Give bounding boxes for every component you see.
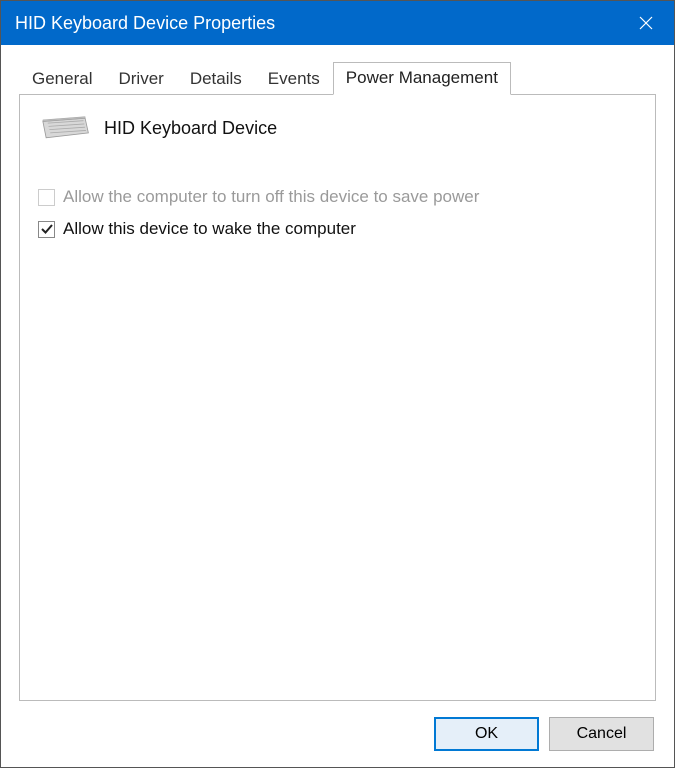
device-header: HID Keyboard Device [38,113,637,143]
device-name: HID Keyboard Device [104,118,277,139]
tab-general[interactable]: General [19,63,105,95]
checkbox-label-turn-off: Allow the computer to turn off this devi… [63,187,479,207]
tab-driver[interactable]: Driver [105,63,176,95]
close-icon [639,16,653,30]
tab-row: General Driver Details Events Power Mana… [1,45,674,94]
dialog-content: General Driver Details Events Power Mana… [1,45,674,767]
cancel-button[interactable]: Cancel [549,717,654,751]
window-title: HID Keyboard Device Properties [15,13,618,34]
checkbox-box-turn-off [38,189,55,206]
button-bar: OK Cancel [1,709,674,767]
checkbox-label-wake: Allow this device to wake the computer [63,219,356,239]
checkbox-allow-wake[interactable]: Allow this device to wake the computer [38,219,637,239]
checkbox-allow-turn-off: Allow the computer to turn off this devi… [38,187,637,207]
tab-details[interactable]: Details [177,63,255,95]
tab-panel-power-management: HID Keyboard Device Allow the computer t… [19,94,656,701]
keyboard-icon [38,113,90,143]
close-button[interactable] [618,1,674,45]
tab-events[interactable]: Events [255,63,333,95]
checkbox-box-wake[interactable] [38,221,55,238]
check-icon [41,223,53,235]
tab-power-management[interactable]: Power Management [333,62,511,95]
ok-button[interactable]: OK [434,717,539,751]
titlebar: HID Keyboard Device Properties [1,1,674,45]
